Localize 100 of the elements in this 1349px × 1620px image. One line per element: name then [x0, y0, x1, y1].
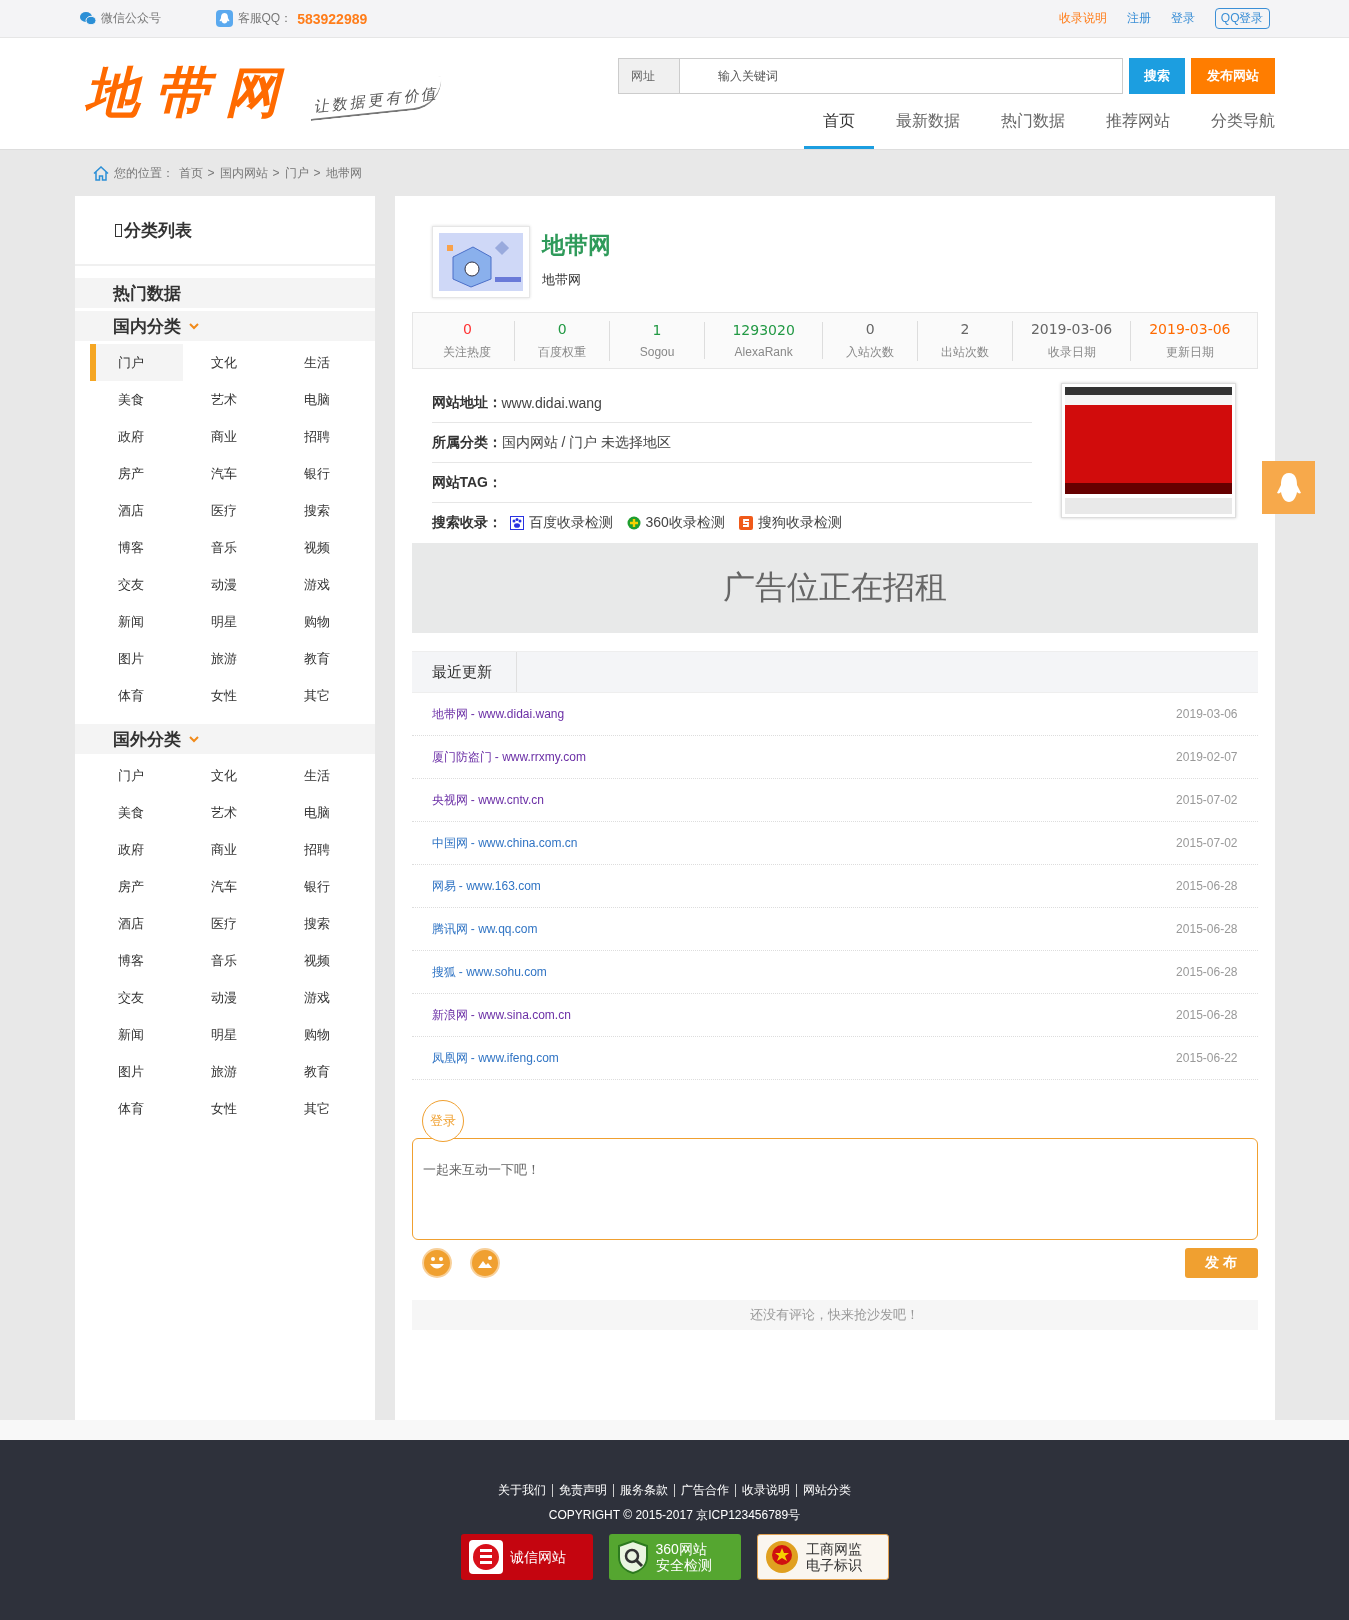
nav-tab[interactable]: 首页 [803, 111, 874, 149]
category-item[interactable]: 银行 [275, 455, 369, 492]
certification-badge[interactable]: 工商网监 电子标识 [756, 1534, 889, 1580]
nav-tab[interactable]: 热门数据 [981, 111, 1084, 149]
site-link[interactable]: 网易 - www.163.com [431, 877, 541, 895]
category-item[interactable]: 女性 [182, 1090, 276, 1127]
category-item[interactable]: 房产 [89, 455, 183, 492]
site-link[interactable]: 凤凰网 - www.ifeng.com [431, 1049, 559, 1067]
breadcrumb-link[interactable]: 地带网 [325, 164, 362, 182]
nav-tab[interactable]: 最新数据 [876, 111, 979, 149]
category-item[interactable]: 搜索 [275, 492, 369, 529]
image-icon[interactable] [469, 1248, 500, 1278]
category-item[interactable]: 交友 [89, 566, 183, 603]
category-item[interactable]: 文化 [182, 757, 276, 794]
category-item[interactable]: 医疗 [182, 905, 276, 942]
category-item[interactable]: 明星 [182, 1016, 276, 1053]
breadcrumb-link[interactable]: 门户 [284, 164, 309, 182]
category-item[interactable]: 游戏 [275, 566, 369, 603]
category-item[interactable]: 招聘 [275, 418, 369, 455]
category-item[interactable]: 动漫 [182, 979, 276, 1016]
category-item[interactable]: 银行 [275, 868, 369, 905]
footer-link[interactable]: 免责声明 [553, 1484, 614, 1497]
category-item[interactable]: 新闻 [89, 603, 183, 640]
category-item[interactable]: 图片 [89, 1053, 183, 1090]
category-item[interactable]: 汽车 [182, 455, 276, 492]
qq-float-button[interactable] [1262, 461, 1315, 514]
index-check-link[interactable]: 百度收录检测 [509, 514, 613, 532]
category-item[interactable]: 图片 [89, 640, 183, 677]
category-item[interactable]: 体育 [89, 1090, 183, 1127]
search-field[interactable]: 输入关键词 [679, 58, 1123, 94]
category-group-header[interactable]: 国外分类 [74, 724, 375, 754]
category-group-header[interactable]: 国内分类 [74, 311, 375, 341]
category-item[interactable]: 政府 [89, 418, 183, 455]
nav-tab[interactable]: 推荐网站 [1086, 111, 1189, 149]
nav-tab[interactable]: 分类导航 [1191, 111, 1275, 149]
category-item[interactable]: 视频 [275, 942, 369, 979]
category-item[interactable]: 美食 [89, 381, 183, 418]
category-item[interactable]: 其它 [275, 677, 369, 714]
site-link[interactable]: 腾讯网 - ww.qq.com [431, 920, 538, 938]
site-link[interactable]: 厦门防盗门 - www.rrxmy.com [431, 748, 586, 766]
category-item[interactable]: 汽车 [182, 868, 276, 905]
category-item[interactable]: 门户 [89, 757, 183, 794]
category-item[interactable]: 其它 [275, 1090, 369, 1127]
category-item[interactable]: 医疗 [182, 492, 276, 529]
footer-link[interactable]: 收录说明 [736, 1484, 797, 1497]
breadcrumb-link[interactable]: 国内网站 [219, 164, 268, 182]
category-item[interactable]: 电脑 [275, 381, 369, 418]
category-item[interactable]: 艺术 [182, 381, 276, 418]
category-item[interactable]: 旅游 [182, 1053, 276, 1090]
recent-updates-tab[interactable]: 最近更新 [411, 652, 517, 692]
category-item[interactable]: 商业 [182, 831, 276, 868]
hot-data-link[interactable]: 热门数据 [74, 278, 375, 308]
category-item[interactable]: 政府 [89, 831, 183, 868]
comment-field[interactable]: 一起来互动一下吧！ [411, 1138, 1258, 1240]
category-item[interactable]: 门户 [89, 344, 183, 381]
footer-link[interactable]: 网站分类 [797, 1484, 857, 1497]
category-item[interactable]: 教育 [275, 640, 369, 677]
category-item[interactable]: 新闻 [89, 1016, 183, 1053]
category-item[interactable]: 生活 [275, 757, 369, 794]
category-item[interactable]: 旅游 [182, 640, 276, 677]
index-check-link[interactable]: 360收录检测 [626, 514, 725, 532]
category-item[interactable]: 博客 [89, 529, 183, 566]
site-link[interactable]: 搜狐 - www.sohu.com [431, 963, 547, 981]
category-item[interactable]: 教育 [275, 1053, 369, 1090]
site-link[interactable]: 央视网 - www.cntv.cn [431, 791, 544, 809]
category-item[interactable]: 文化 [182, 344, 276, 381]
category-item[interactable]: 商业 [182, 418, 276, 455]
category-item[interactable]: 博客 [89, 942, 183, 979]
site-link[interactable]: 地带网 - www.didai.wang [431, 705, 565, 723]
category-item[interactable]: 购物 [275, 1016, 369, 1053]
category-item[interactable]: 音乐 [182, 942, 276, 979]
category-item[interactable]: 游戏 [275, 979, 369, 1016]
category-item[interactable]: 酒店 [89, 492, 183, 529]
index-check-link[interactable]: 搜狗收录检测 [738, 514, 842, 532]
home-icon[interactable] [92, 165, 109, 181]
smiley-icon[interactable] [421, 1248, 452, 1278]
category-item[interactable]: 明星 [182, 603, 276, 640]
category-item[interactable]: 电脑 [275, 794, 369, 831]
footer-link[interactable]: 广告合作 [675, 1484, 736, 1497]
category-item[interactable]: 体育 [89, 677, 183, 714]
category-item[interactable]: 酒店 [89, 905, 183, 942]
category-item[interactable]: 女性 [182, 677, 276, 714]
category-item[interactable]: 购物 [275, 603, 369, 640]
breadcrumb-link[interactable]: 首页 [178, 164, 203, 182]
certification-badge[interactable]: 诚信网站 [460, 1534, 593, 1580]
category-item[interactable]: 房产 [89, 868, 183, 905]
category-item[interactable]: 招聘 [275, 831, 369, 868]
site-link[interactable]: 中国网 - www.china.com.cn [431, 834, 578, 852]
category-item[interactable]: 艺术 [182, 794, 276, 831]
site-link[interactable]: 新浪网 - www.sina.com.cn [431, 1006, 571, 1024]
footer-link[interactable]: 关于我们 [492, 1484, 553, 1497]
category-item[interactable]: 生活 [275, 344, 369, 381]
category-item[interactable]: 美食 [89, 794, 183, 831]
category-item[interactable]: 交友 [89, 979, 183, 1016]
category-item[interactable]: 视频 [275, 529, 369, 566]
category-item[interactable]: 搜索 [275, 905, 369, 942]
category-item[interactable]: 音乐 [182, 529, 276, 566]
ad-banner[interactable]: 广告位正在招租 [411, 543, 1258, 633]
category-item[interactable]: 动漫 [182, 566, 276, 603]
footer-link[interactable]: 服务条款 [614, 1484, 675, 1497]
